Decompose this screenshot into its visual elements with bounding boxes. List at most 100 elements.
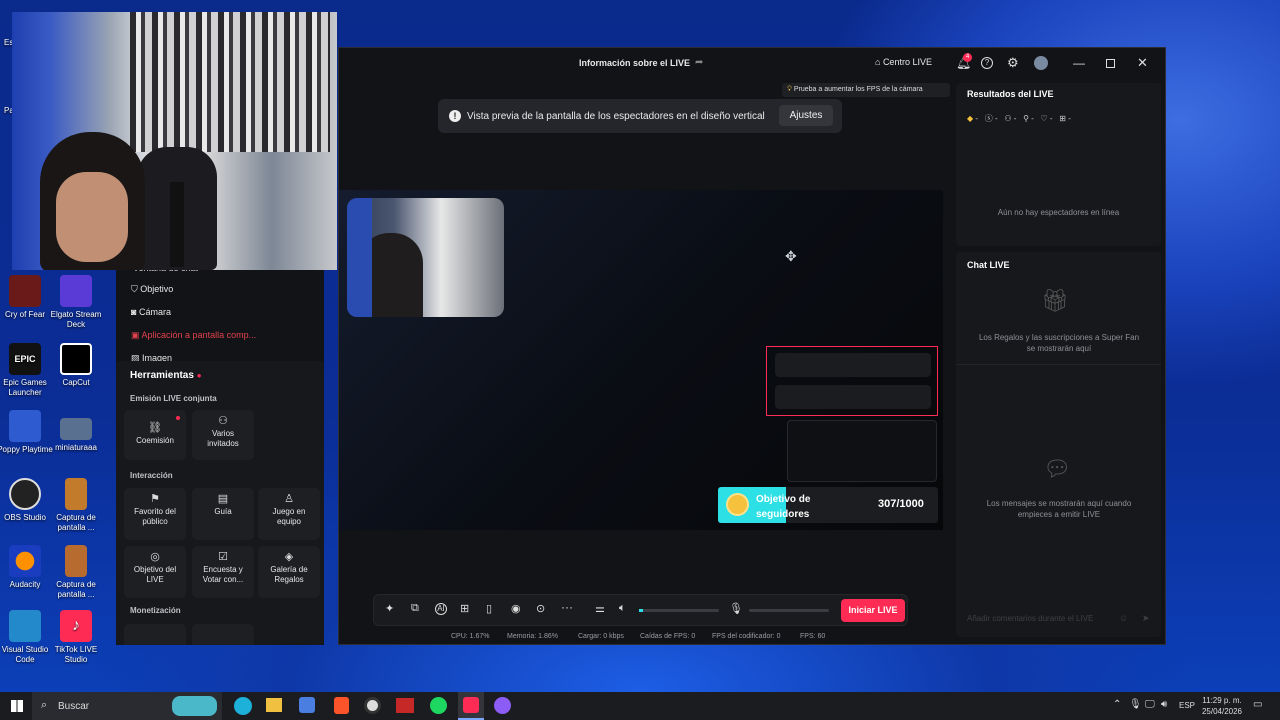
- stage-preview[interactable]: ✥ Objetivo de seguidores 307/1000: [339, 190, 943, 530]
- spotify-icon[interactable]: [430, 697, 447, 714]
- desktop-icon-audacity[interactable]: Audacity: [0, 545, 54, 590]
- clothes-rack: [130, 12, 330, 152]
- fps-drops-status: Caídas de FPS: 0: [640, 633, 696, 640]
- desktop-icon-epic[interactable]: EPIC Epic Games Launcher: [0, 343, 54, 398]
- source-item-objetivo[interactable]: ⛉ Objetivo: [131, 284, 173, 295]
- source-item-camara[interactable]: ◙ Cámara: [131, 307, 171, 317]
- desktop-icon-captura-1[interactable]: Captura de pantalla ...: [47, 478, 105, 533]
- desktop-icon-miniaturaaa[interactable]: miniaturaaa: [47, 418, 105, 453]
- volume-icon[interactable]: 🔊︎: [1161, 699, 1167, 710]
- speaker-icon[interactable]: 🔈︎: [619, 602, 626, 615]
- favorite-icon: ⚑: [150, 493, 160, 505]
- help-icon[interactable]: ?: [981, 57, 993, 69]
- translate-icon[interactable]: ⧉: [411, 602, 419, 615]
- iniciar-live-button[interactable]: Iniciar LIVE: [841, 599, 905, 622]
- clock[interactable]: 11:29 p. m. 25/04/2026: [1200, 695, 1244, 717]
- emoji-icon[interactable]: ☺: [1119, 613, 1128, 623]
- app-icon[interactable]: [494, 697, 511, 714]
- poppy-playtime-icon: [9, 410, 41, 442]
- follower-goal-widget[interactable]: Objetivo de seguidores 307/1000: [718, 487, 938, 523]
- goal-progress: 307/1000: [878, 498, 924, 510]
- microphone-icon[interactable]: 🎙︎: [729, 602, 743, 615]
- results-stats: ◆ - ⓢ - ⚇ - ⚲ - ♡ - ⊞ -: [967, 114, 1071, 123]
- notification-center-icon[interactable]: ▭: [1253, 699, 1262, 710]
- tool-guia[interactable]: ▤ Guía: [192, 488, 254, 540]
- tiktok-live-studio-window: Información sobre el LIVE ➦ ⌂ Centro LIV…: [338, 47, 1166, 645]
- move-icon[interactable]: ✥: [785, 248, 797, 265]
- ai-icon[interactable]: AI: [435, 603, 447, 615]
- desktop-icon-vscode[interactable]: Visual Studio Code: [0, 610, 54, 665]
- results-title: Resultados del LIVE: [967, 89, 1054, 99]
- desktop-icon-poppy[interactable]: Poppy Playtime: [0, 410, 54, 455]
- herramientas-section: Herramientas ● Emisión LIVE conjunta ⛓ Co…: [116, 361, 324, 645]
- tool-favorito[interactable]: ⚑ Favorito del público: [124, 488, 186, 540]
- speaker-volume-slider[interactable]: [639, 609, 719, 612]
- link-icon: ⛓: [148, 422, 162, 434]
- record-icon[interactable]: ◉: [511, 602, 521, 615]
- desktop-icon-obs[interactable]: OBS Studio: [0, 478, 54, 523]
- tool-coemision[interactable]: ⛓ Coemisión: [124, 410, 186, 460]
- mixer-icon[interactable]: ⚌: [595, 602, 605, 615]
- selected-chat-widget[interactable]: [766, 346, 938, 416]
- source-item-app-share[interactable]: ▣ Aplicación a pantalla comp...: [131, 330, 256, 341]
- ajustes-button[interactable]: Ajustes: [779, 105, 833, 126]
- camera-preview-tile[interactable]: [347, 198, 504, 317]
- cry-of-fear-icon: [9, 275, 41, 307]
- image-file-icon: [60, 418, 92, 440]
- tiktok-icon: [463, 697, 479, 713]
- desktop-icon-elgato[interactable]: Elgato Stream Deck: [47, 275, 105, 330]
- share-icon[interactable]: ➦: [695, 57, 703, 68]
- phone-icon[interactable]: ▯: [486, 602, 492, 615]
- diamond-icon: ◆: [967, 114, 974, 123]
- desktop-icon-tiktok-live[interactable]: ♪ TikTok LIVE Studio: [47, 610, 105, 665]
- tool-monetization-2[interactable]: [192, 624, 254, 645]
- desktop-icon-capcut[interactable]: CapCut: [47, 343, 105, 388]
- new-dot: ●: [196, 371, 202, 380]
- send-icon[interactable]: ➤: [1142, 613, 1150, 624]
- tool-juego-equipo[interactable]: ♙ Juego en equipo: [258, 488, 320, 540]
- voicemeeter-icon[interactable]: [396, 698, 414, 713]
- chevron-up-icon[interactable]: ⌃: [1113, 699, 1121, 710]
- mic-volume-slider[interactable]: [749, 609, 829, 612]
- search-icon: ⌕: [41, 699, 48, 711]
- title-bar: Información sobre el LIVE ➦ ⌂ Centro LIV…: [339, 48, 1167, 80]
- windows-start-icon[interactable]: [11, 700, 23, 712]
- tiktok-live-taskbar-button[interactable]: [458, 692, 484, 720]
- store-icon[interactable]: [299, 697, 315, 713]
- minimize-icon[interactable]: —: [1073, 56, 1085, 70]
- tool-encuesta[interactable]: ☑ Encuesta y Votar con...: [192, 546, 254, 598]
- chat-input[interactable]: Añadir comentarios durante el LIVE: [961, 608, 1133, 630]
- interaction-title: Interacción: [130, 471, 173, 480]
- source-item-imagen[interactable]: ▨ Imagen: [131, 353, 321, 361]
- maximize-icon[interactable]: [1106, 59, 1115, 68]
- viewers-icon: ⚇: [1004, 114, 1012, 123]
- home-icon: ⌂: [875, 57, 883, 67]
- tool-varios-invitados[interactable]: ⚇ Varios invitados: [192, 410, 254, 460]
- cpu-status: CPU: 1.67%: [451, 633, 490, 640]
- search-box[interactable]: ⌕ Buscar: [32, 692, 222, 720]
- centro-live-button[interactable]: ⌂ Centro LIVE: [875, 57, 932, 67]
- broadcast-icon[interactable]: ⊙: [536, 602, 545, 615]
- add-source-icon[interactable]: ⊞: [460, 602, 469, 615]
- desktop-icon-captura-2[interactable]: Captura de pantalla ...: [47, 545, 105, 600]
- webcam-overlay: [12, 12, 337, 270]
- file-explorer-icon[interactable]: [266, 698, 282, 712]
- tool-galeria-regalos[interactable]: ◈ Galería de Regalos: [258, 546, 320, 598]
- close-icon[interactable]: ✕: [1137, 55, 1148, 71]
- magic-wand-icon[interactable]: ✦: [385, 602, 394, 615]
- tool-monetization-1[interactable]: [124, 624, 186, 645]
- audacity-icon: [9, 545, 41, 577]
- language-indicator[interactable]: ESP: [1179, 701, 1195, 710]
- obs-taskbar-icon[interactable]: [364, 697, 381, 714]
- tool-objetivo-live[interactable]: ◎ Objetivo del LIVE: [124, 546, 186, 598]
- mic-tray-icon[interactable]: 🎙︎: [1129, 699, 1142, 710]
- coin-icon: [726, 493, 749, 516]
- network-icon[interactable]: 🖵︎: [1145, 699, 1155, 710]
- edge-icon[interactable]: [234, 697, 252, 715]
- avatar[interactable]: [1034, 56, 1048, 70]
- more-icon[interactable]: ···: [561, 600, 573, 614]
- desktop-icon-cry-of-fear[interactable]: Cry of Fear: [0, 275, 54, 320]
- gift-gallery-icon: ◈: [284, 551, 294, 563]
- brave-icon[interactable]: [334, 697, 349, 714]
- settings-icon[interactable]: ⚙: [1007, 55, 1019, 71]
